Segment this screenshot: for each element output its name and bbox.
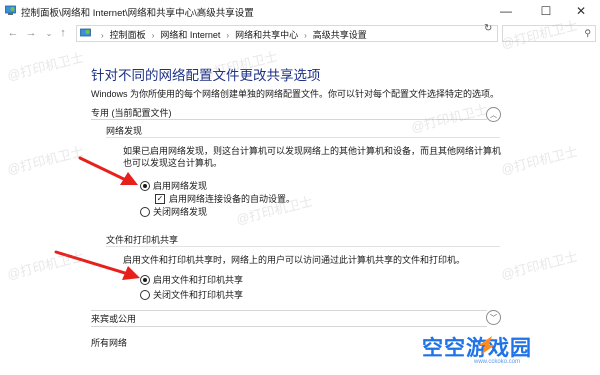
title-bar: 控制面板\网络和 Internet\网络和共享中心\高级共享设置 — ☐ ✕ (0, 0, 600, 23)
subsection-divider (106, 137, 500, 138)
brand-logo-icon (479, 336, 495, 354)
file-printer-sharing-description: 启用文件和打印机共享时，网络上的用户可以访问通过此计算机共享的文件和打印机。 (123, 255, 466, 265)
breadcrumb-separator-icon[interactable]: › (226, 31, 229, 40)
up-arrow-icon[interactable]: ↑ (56, 26, 70, 40)
annotation-arrow-icon (78, 156, 138, 185)
brand-url: www.cckoko.com (474, 359, 521, 365)
breadcrumb-separator-icon[interactable]: › (304, 31, 307, 40)
breadcrumb-item[interactable]: 控制面板 (110, 30, 146, 40)
chevron-down-icon[interactable]: ﹀ (486, 310, 501, 325)
back-arrow-icon[interactable]: ← (6, 26, 20, 40)
checkbox-checked[interactable]: ✓ (155, 193, 165, 204)
forward-arrow-icon[interactable]: → (24, 26, 38, 40)
option-label: 关闭网络发现 (153, 207, 208, 217)
option-label: 关闭文件和打印机共享 (153, 290, 244, 300)
search-icon: ⚲ (584, 28, 591, 38)
option-label: 启用文件和打印机共享 (153, 275, 244, 285)
enable-network-discovery-option[interactable]: 启用网络发现 (140, 179, 207, 192)
section-divider (91, 310, 487, 311)
guest-profile-header[interactable]: 来宾或公用 (91, 312, 501, 326)
breadcrumb-item[interactable]: 高级共享设置 (313, 30, 367, 40)
recent-locations-chevron-icon[interactable]: ⌄ (42, 26, 56, 40)
enable-file-printer-sharing-option[interactable]: 启用文件和打印机共享 (140, 273, 243, 286)
section-divider (91, 326, 487, 327)
radio-button[interactable] (140, 206, 150, 217)
network-discovery-header: 网络发现 (106, 126, 143, 136)
window-title: 控制面板\网络和 Internet\网络和共享中心\高级共享设置 (21, 8, 254, 19)
control-panel-icon (5, 5, 16, 15)
file-printer-sharing-header: 文件和打印机共享 (106, 235, 179, 245)
radio-button[interactable] (140, 289, 150, 300)
breadcrumb-separator-icon[interactable]: › (152, 31, 155, 40)
network-discovery-description: 如果已启用网络发现，则这台计算机可以发现网络上的其他计算机和设备，而且其他网络计… (123, 146, 502, 168)
disable-file-printer-sharing-option[interactable]: 关闭文件和打印机共享 (140, 288, 243, 301)
option-label: 启用网络发现 (153, 181, 208, 191)
breadcrumb-separator-icon: › (101, 31, 104, 40)
disable-network-discovery-option[interactable]: 关闭网络发现 (140, 205, 207, 218)
page-description: Windows 为你所使用的每个网络创建单独的网络配置文件。你可以针对每个配置文… (91, 89, 500, 99)
breadcrumb-item[interactable]: 网络和共享中心 (235, 30, 298, 40)
refresh-icon[interactable]: ↻ (484, 23, 492, 34)
minimize-button[interactable]: — (487, 0, 525, 22)
breadcrumb: › 控制面板 › 网络和 Internet › 网络和共享中心 › 高级共享设置 (95, 28, 367, 41)
address-bar[interactable]: ›控制面板›网络和 Internet›网络和共享中心›高级共享设置 ⌄ (76, 25, 554, 42)
radio-button-selected[interactable] (140, 180, 150, 191)
subsection-divider (106, 246, 500, 247)
control-panel-icon (80, 28, 91, 37)
breadcrumb-item[interactable]: 网络和 Internet (160, 30, 220, 40)
